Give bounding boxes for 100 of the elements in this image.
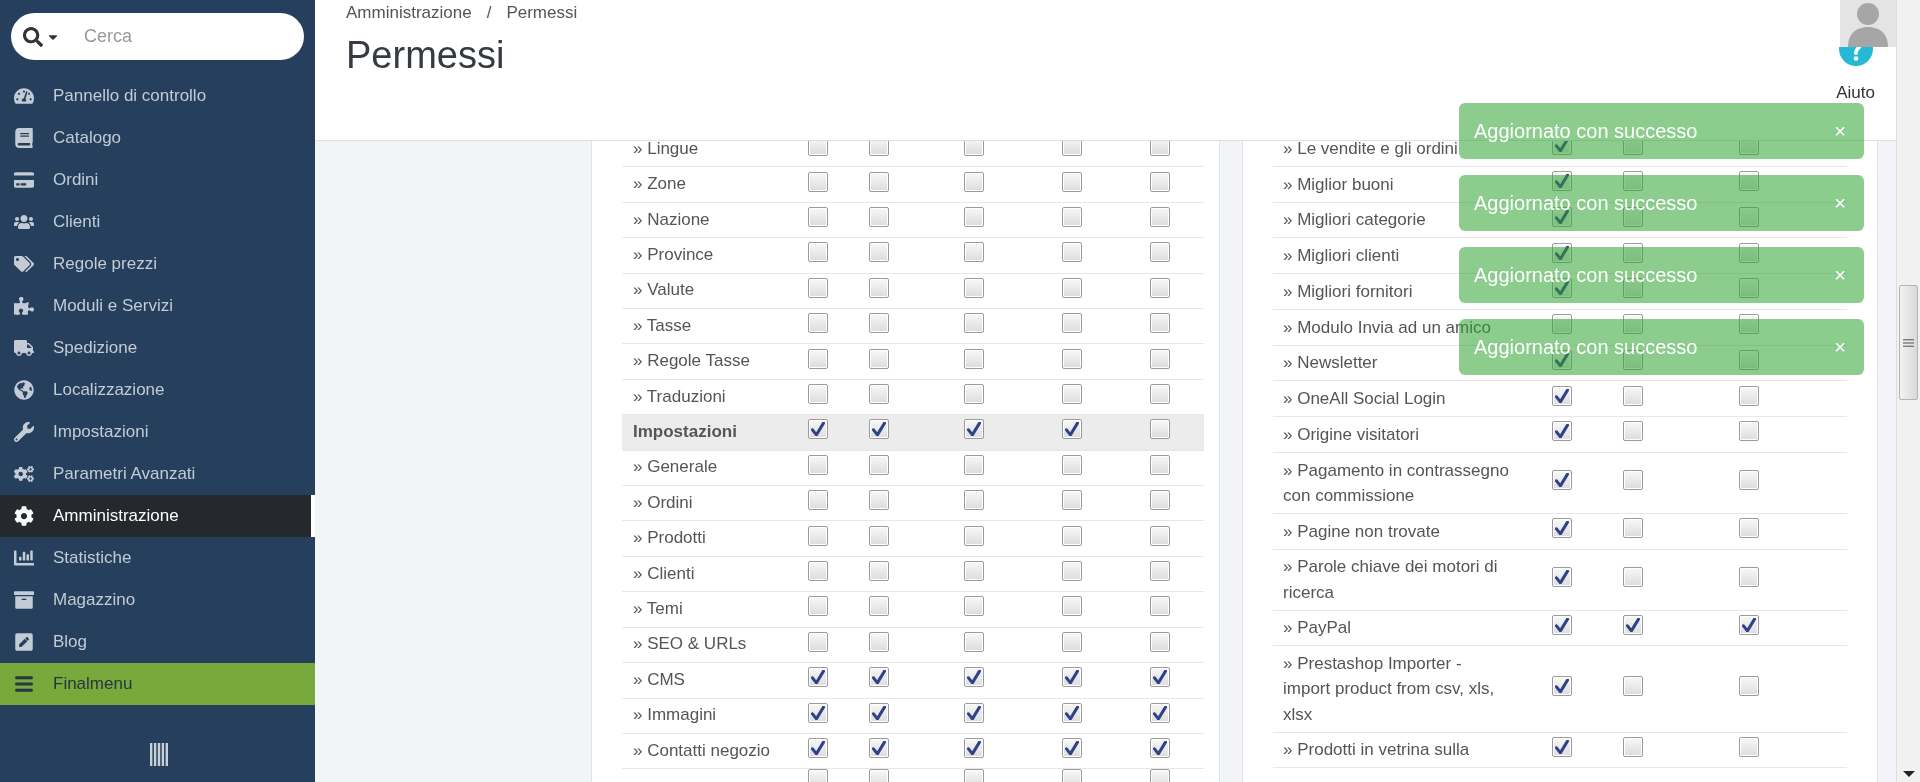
checkbox[interactable] [1739,171,1759,192]
sidebar-item[interactable]: Regole prezzi [0,243,315,285]
checkbox[interactable] [964,667,984,688]
checkbox[interactable] [869,419,889,440]
checkbox[interactable] [808,454,828,475]
scrollbar[interactable] [1896,0,1920,782]
checkbox[interactable] [808,738,828,759]
checkbox[interactable] [1739,518,1759,539]
checkbox[interactable] [1552,614,1572,635]
checkbox[interactable] [1062,277,1082,298]
checkbox[interactable] [1739,278,1759,299]
checkbox[interactable] [1739,242,1759,263]
checkbox[interactable] [1739,141,1759,156]
sidebar-item[interactable]: Amministrazione [0,495,315,537]
checkbox[interactable] [1150,454,1170,475]
checkbox[interactable] [1552,566,1572,587]
checkbox[interactable] [1623,675,1643,696]
checkbox[interactable] [1062,490,1082,511]
checkbox[interactable] [1739,675,1759,696]
sidebar-item[interactable]: Parametri Avanzati [0,453,315,495]
sidebar-item[interactable]: Ordini [0,159,315,201]
checkbox[interactable] [1062,454,1082,475]
checkbox[interactable] [1739,385,1759,406]
avatar-icon[interactable] [1840,0,1896,47]
checkbox[interactable] [1623,385,1643,406]
checkbox[interactable] [869,561,889,582]
checkbox[interactable] [1150,490,1170,511]
search-dropdown-button[interactable] [11,13,71,60]
checkbox[interactable] [964,171,984,192]
checkbox[interactable] [964,738,984,759]
checkbox[interactable] [1739,736,1759,757]
checkbox[interactable] [808,242,828,263]
checkbox[interactable] [808,702,828,723]
checkbox[interactable] [1062,667,1082,688]
checkbox[interactable] [964,242,984,263]
checkbox[interactable] [964,384,984,405]
checkbox[interactable] [869,313,889,334]
checkbox[interactable] [1150,419,1170,440]
checkbox[interactable] [1062,702,1082,723]
checkbox[interactable] [1062,242,1082,263]
checkbox[interactable] [1150,738,1170,759]
checkbox[interactable] [1552,469,1572,490]
checkbox[interactable] [1739,206,1759,227]
checkbox[interactable] [808,561,828,582]
checkbox[interactable] [808,313,828,334]
checkbox[interactable] [1623,518,1643,539]
checkbox[interactable] [964,631,984,652]
checkbox[interactable] [1150,348,1170,369]
checkbox[interactable] [964,277,984,298]
checkbox[interactable] [1062,631,1082,652]
checkbox[interactable] [1150,141,1170,157]
checkbox[interactable] [964,348,984,369]
help-button[interactable]: Aiuto [1836,47,1875,103]
sidebar-item[interactable]: Moduli e Servizi [0,285,315,327]
sidebar-item[interactable]: Spedizione [0,327,315,369]
checkbox[interactable] [1062,738,1082,759]
sidebar-item[interactable]: Impostazioni [0,411,315,453]
checkbox[interactable] [869,702,889,723]
checkbox[interactable] [1623,469,1643,490]
checkbox[interactable] [1062,313,1082,334]
checkbox[interactable] [808,596,828,617]
checkbox[interactable] [1552,736,1572,757]
checkbox[interactable] [869,207,889,227]
sidebar-item[interactable]: Clienti [0,201,315,243]
checkbox[interactable] [1150,384,1170,405]
sidebar-item[interactable]: Blog [0,621,315,663]
checkbox[interactable] [964,596,984,617]
checkbox[interactable] [1062,348,1082,369]
checkbox[interactable] [1150,702,1170,723]
checkbox[interactable] [1623,314,1643,335]
checkbox[interactable] [964,419,984,440]
checkbox[interactable] [808,207,828,227]
checkbox[interactable] [1623,614,1643,635]
checkbox[interactable] [1150,313,1170,334]
checkbox[interactable] [1150,561,1170,582]
checkbox[interactable] [964,490,984,511]
checkbox[interactable] [1623,421,1643,442]
checkbox[interactable] [964,313,984,334]
checkbox[interactable] [1739,314,1759,335]
checkbox[interactable] [808,171,828,192]
checkbox[interactable] [869,141,889,157]
checkbox[interactable] [1623,141,1643,156]
checkbox[interactable] [1552,171,1572,192]
checkbox[interactable] [1150,277,1170,298]
checkbox[interactable] [1062,384,1082,405]
sidebar-item[interactable]: Catalogo [0,117,315,159]
collapse-sidebar-button[interactable] [149,743,168,766]
checkbox[interactable] [1623,242,1643,263]
checkbox[interactable] [1062,141,1082,157]
checkbox[interactable] [808,631,828,652]
checkbox[interactable] [808,490,828,511]
search-field[interactable]: Cerca [71,13,304,60]
checkbox[interactable] [869,171,889,192]
checkbox[interactable] [869,384,889,405]
checkbox[interactable] [869,525,889,546]
checkbox[interactable] [1150,207,1170,227]
scrollbar-thumb[interactable] [1899,285,1918,400]
checkbox[interactable] [869,490,889,511]
checkbox[interactable] [1623,171,1643,192]
checkbox[interactable] [1150,242,1170,263]
